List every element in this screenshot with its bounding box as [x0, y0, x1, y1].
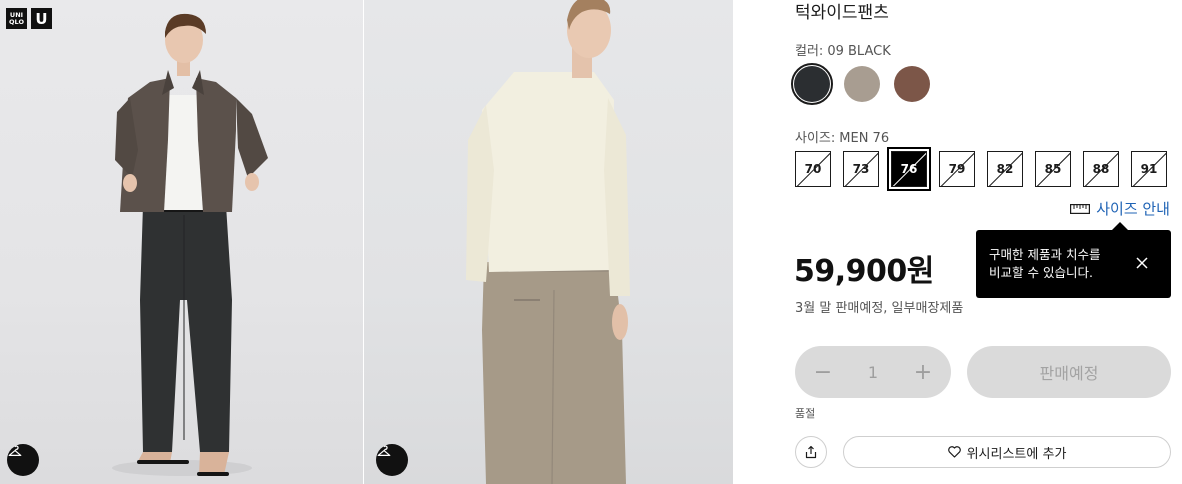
color-swatch-brown[interactable]	[891, 63, 933, 105]
product-title: 턱와이드팬츠	[795, 3, 889, 23]
quantity-minus-button[interactable]: −	[813, 360, 833, 385]
color-label: 컬러: 09 BLACK	[795, 44, 891, 59]
add-to-cart-button[interactable]: 판매예정	[967, 346, 1171, 398]
color-swatch-beige[interactable]	[841, 63, 883, 105]
size-guide-label: 사이즈 안내	[1096, 200, 1170, 218]
size-option-91[interactable]: 91	[1131, 151, 1167, 187]
product-price: 59,900원	[794, 254, 934, 289]
quantity-stepper: − 1 +	[795, 346, 951, 398]
color-swatch-dot	[894, 66, 930, 102]
size-option-79[interactable]: 79	[939, 151, 975, 187]
size-option-85[interactable]: 85	[1035, 151, 1071, 187]
hanger-button-2[interactable]	[376, 444, 408, 476]
color-value: 09 BLACK	[827, 44, 891, 59]
hanger-button-1[interactable]	[7, 444, 39, 476]
hanger-icon	[377, 445, 391, 456]
size-compare-tooltip: 구매한 제품과 치수를 비교할 수 있습니다.	[976, 222, 1171, 298]
uniqlo-logo-box: UNI QLO	[6, 8, 27, 29]
sale-status: 3월 말 판매예정, 일부매장제품	[795, 301, 964, 316]
quantity-plus-button[interactable]: +	[913, 360, 933, 385]
color-swatches	[791, 63, 933, 105]
size-value: MEN 76	[839, 131, 890, 146]
size-option-76[interactable]: 76	[887, 147, 931, 191]
share-icon	[805, 445, 817, 459]
product-photo-back	[364, 0, 733, 484]
color-swatch-black[interactable]	[791, 63, 833, 105]
model-front-illustration	[112, 13, 268, 476]
size-option-82[interactable]: 82	[987, 151, 1023, 187]
hanger-icon	[8, 445, 22, 456]
size-label: 사이즈: MEN 76	[795, 131, 890, 146]
wishlist-label: 위시리스트에 추가	[966, 446, 1067, 462]
color-swatch-dot	[794, 66, 830, 102]
heart-icon	[947, 446, 961, 458]
size-option-73[interactable]: 73	[843, 151, 879, 187]
size-option-88[interactable]: 88	[1083, 151, 1119, 187]
size-option-label: 82	[996, 162, 1014, 176]
tooltip-line-2: 비교할 수 있습니다.	[989, 265, 1093, 280]
size-option-label: 73	[852, 162, 870, 176]
size-option-label: 85	[1044, 162, 1062, 176]
uniqlo-u-logo: U	[31, 8, 52, 29]
size-option-label: 70	[804, 162, 822, 176]
product-detail-panel: 턱와이드팬츠 컬러: 09 BLACK 사이즈: MEN 76 70 73 76 79 82…	[733, 0, 1182, 484]
size-options: 70 73 76 79 82 85 88 91	[795, 147, 1167, 191]
size-option-70[interactable]: 70	[795, 151, 831, 187]
size-option-label: 88	[1092, 162, 1110, 176]
color-swatch-dot	[844, 66, 880, 102]
tooltip-line-1: 구매한 제품과 치수를	[989, 247, 1101, 262]
wishlist-button[interactable]: 위시리스트에 추가	[843, 436, 1171, 468]
ruler-icon	[1070, 203, 1091, 214]
soldout-label: 품절	[795, 407, 816, 420]
product-photo-front: UNI QLO U	[0, 0, 363, 484]
size-option-label: 79	[948, 162, 966, 176]
share-button[interactable]	[795, 436, 827, 468]
size-option-label: 76	[900, 162, 918, 176]
quantity-value: 1	[867, 362, 879, 382]
model-back-illustration	[466, 0, 630, 484]
size-guide-link[interactable]: 사이즈 안내	[1070, 198, 1170, 219]
size-option-label: 91	[1140, 162, 1158, 176]
close-icon[interactable]	[1135, 256, 1149, 270]
uniqlo-logo: UNI QLO U	[6, 8, 52, 29]
